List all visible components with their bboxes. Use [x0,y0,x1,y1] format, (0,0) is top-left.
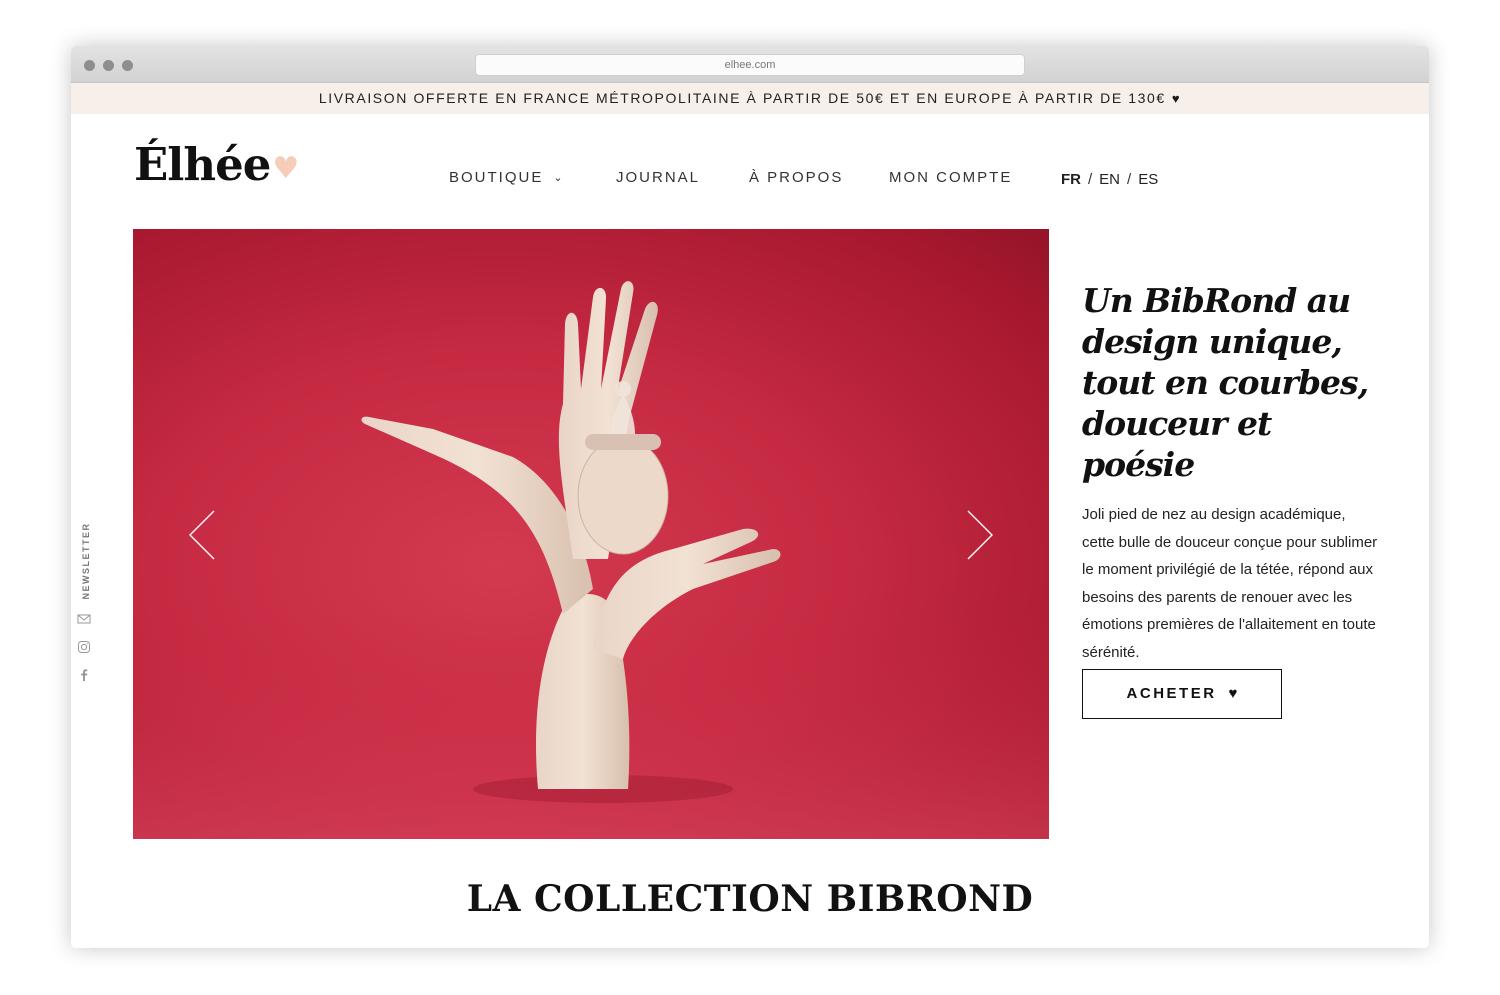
nav-item-a-propos[interactable]: À PROPOS [749,166,843,190]
lang-fr[interactable]: FR [1061,168,1081,192]
hero-copy: Un BibRond au design unique, tout en cou… [1082,280,1382,666]
lang-separator: / [1088,171,1093,188]
hero-headline: Un BibRond au design unique, tout en cou… [1082,281,1369,484]
buy-button[interactable]: ACHETER ♥ [1082,669,1282,719]
browser-window: elhee.com LIVRAISON OFFERTE EN FRANCE MÉ… [71,46,1429,948]
language-switcher: FR / EN / ES [1061,168,1158,192]
nav-item-mon-compte[interactable]: MON COMPTE [889,166,1012,190]
hero-slider [133,229,1049,839]
nav-label: BOUTIQUE [449,169,544,186]
window-close-button[interactable] [84,60,95,71]
logo[interactable]: Élhée♥ [134,134,299,196]
slider-next-arrow-icon[interactable] [965,509,995,561]
window-minimize-button[interactable] [103,60,114,71]
instagram-icon[interactable] [77,640,91,654]
nav-label: JOURNAL [616,169,701,186]
lang-es[interactable]: ES [1138,168,1158,192]
section-title: LA COLLECTION BIBROND [466,878,1034,920]
heart-icon: ♥ [1171,91,1182,106]
slider-prev-arrow-icon[interactable] [187,509,217,561]
browser-titlebar: elhee.com [71,46,1429,83]
hero-description: Joli pied de nez au design académique, c… [1082,506,1378,661]
buy-button-label: ACHETER [1126,685,1217,702]
nav-label: À PROPOS [749,169,844,186]
nav-item-journal[interactable]: JOURNAL [616,166,700,190]
nav-item-boutique[interactable]: BOUTIQUE ⌄ [449,166,565,190]
heart-icon: ♥ [272,150,299,186]
hero-image [133,281,1049,839]
social-sidebar: NEWSLETTER [71,516,101,686]
chevron-down-icon: ⌄ [553,172,565,184]
newsletter-link[interactable]: NEWSLETTER [81,521,91,601]
promo-text: LIVRAISON OFFERTE EN FRANCE MÉTROPOLITAI… [318,90,1166,106]
nav-label: MON COMPTE [889,169,1013,186]
facebook-icon[interactable] [77,668,91,682]
lang-en[interactable]: EN [1099,168,1120,192]
logo-text: Élhée [134,138,271,191]
lang-separator: / [1127,171,1132,188]
promo-banner: LIVRAISON OFFERTE EN FRANCE MÉTROPOLITAI… [71,83,1429,114]
address-bar[interactable]: elhee.com [475,54,1025,76]
heart-icon: ♥ [1228,685,1238,702]
window-maximize-button[interactable] [122,60,133,71]
mail-icon[interactable] [77,612,91,626]
